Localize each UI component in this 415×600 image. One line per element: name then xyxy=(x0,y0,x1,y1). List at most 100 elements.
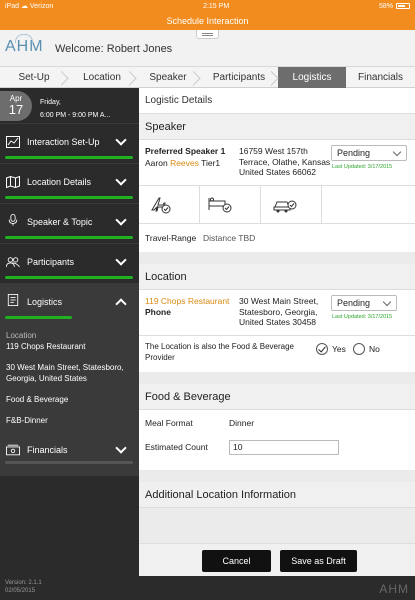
travel-options-row xyxy=(139,186,415,224)
date-badge: Apr 17 xyxy=(0,91,32,121)
speaker-name[interactable]: Aaron Reeves Tier1 xyxy=(145,158,220,168)
speaker-address: 16759 West 157th Terrace, Olathe, Kansas… xyxy=(239,146,330,178)
step-location[interactable]: Location xyxy=(68,67,136,88)
progress-bar xyxy=(5,236,133,239)
airplane-check-icon xyxy=(151,197,171,214)
version-number: Version: 2.1.1 xyxy=(5,580,42,586)
clock: 2:15 PM xyxy=(203,2,230,10)
summary-fb-value: F&B-Dinner xyxy=(6,416,48,425)
preferred-speaker-label: Preferred Speaker 1 xyxy=(145,146,226,156)
sidebar-item-label: Financials xyxy=(27,445,68,455)
fb-provider-question: The Location is also the Food & Beverage… xyxy=(145,342,294,363)
sidebar-item-label: Logistics xyxy=(27,297,63,307)
ahm-logo: AHM xyxy=(5,34,44,55)
step-label: Set-Up xyxy=(18,72,50,83)
fb-section-header: Food & Beverage xyxy=(139,384,415,410)
date-info: Friday, 6:00 PM - 9:00 PM A... xyxy=(40,96,110,122)
step-participants[interactable]: Participants xyxy=(200,67,278,88)
fb-provider-row: The Location is also the Food & Beverage… xyxy=(139,336,415,372)
sidebar: Apr 17 Friday, 6:00 PM - 9:00 PM A... In… xyxy=(0,88,139,576)
logistics-summary: Location 119 Chops Restaurant 30 West Ma… xyxy=(0,324,139,436)
date-day: 17 xyxy=(8,102,24,117)
sidebar-item-financials[interactable]: Financials xyxy=(0,436,139,476)
fb-provider-question-line: The Location is also the Food & Beverage xyxy=(145,342,294,351)
welcome-text: Welcome: Robert Jones xyxy=(55,43,173,55)
sidebar-item-interaction-setup[interactable]: Interaction Set-Up xyxy=(0,124,139,164)
sidebar-item-label: Location Details xyxy=(27,177,92,187)
hotel-option[interactable] xyxy=(200,186,261,224)
sidebar-item-logistics[interactable]: Logistics xyxy=(0,284,139,324)
sidebar-item-label: Interaction Set-Up xyxy=(27,137,100,147)
title-bar: Schedule Interaction xyxy=(0,12,415,30)
no-radio[interactable] xyxy=(353,343,365,355)
summary-location-name: 119 Chops Restaurant xyxy=(6,342,86,351)
location-address-line: 30 West Main Street, xyxy=(239,296,319,306)
meal-format-value: Dinner xyxy=(229,418,255,428)
speaker-address-line: 16759 West 157th xyxy=(239,146,308,156)
speaker-section-header: Speaker xyxy=(139,114,415,140)
yes-label: Yes xyxy=(332,344,346,354)
save-draft-button[interactable]: Save as Draft xyxy=(280,550,357,572)
car-option[interactable] xyxy=(261,186,322,224)
progress-bar xyxy=(5,316,72,319)
bed-check-icon xyxy=(208,197,232,213)
location-name[interactable]: 119 Chops Restaurant xyxy=(145,296,229,306)
step-speaker[interactable]: Speaker xyxy=(136,67,200,88)
action-bar: Cancel Save as Draft xyxy=(139,543,415,576)
meal-format-label: Meal Format xyxy=(145,418,193,428)
estimated-count-input[interactable]: 10 xyxy=(229,440,339,455)
location-address: 30 West Main Street, Statesboro, Georgia… xyxy=(239,296,318,328)
carrier-label: iPad ☁ Verizon xyxy=(5,3,54,10)
sidebar-item-participants[interactable]: Participants xyxy=(0,244,139,284)
location-section-header: Location xyxy=(139,264,415,290)
sidebar-item-speaker-topic[interactable]: Speaker & Topic xyxy=(0,204,139,244)
step-financials[interactable]: Financials xyxy=(346,67,415,88)
speaker-address-line: Terrace, Olathe, Kansas xyxy=(239,156,331,167)
yes-radio[interactable] xyxy=(316,343,328,355)
progress-bar xyxy=(5,276,133,279)
speaker-address-line: United States 66062 xyxy=(239,167,317,177)
step-label: Speaker xyxy=(149,72,187,83)
cancel-button[interactable]: Cancel xyxy=(202,550,271,572)
location-address-line: United States 30458 xyxy=(239,317,317,327)
footer: AHM xyxy=(139,576,415,600)
step-label: Logistics xyxy=(292,72,332,83)
step-setup[interactable]: Set-Up xyxy=(0,67,68,88)
chevron-down-icon xyxy=(115,442,127,454)
speaker-status-select[interactable]: Pending xyxy=(331,145,407,161)
speaker-first-name: Aaron xyxy=(145,158,168,168)
travel-range-row: Travel-Range Distance TBD xyxy=(139,224,415,252)
empty-option-cell xyxy=(322,186,415,224)
chevron-down-icon xyxy=(115,134,127,146)
sidebar-item-location-details[interactable]: Location Details xyxy=(0,164,139,204)
location-status-select[interactable]: Pending xyxy=(331,295,397,311)
summary-fb-label: Food & Beverage xyxy=(6,395,69,404)
sidebar-item-label: Speaker & Topic xyxy=(27,217,93,227)
fb-provider-question-line: Provider xyxy=(145,352,175,362)
car-check-icon xyxy=(273,200,297,213)
summary-address: 30 West Main Street, Statesboro, Georgia… xyxy=(6,363,124,383)
page-title: Schedule Interaction xyxy=(166,16,249,26)
chevron-up-icon xyxy=(115,298,127,310)
step-logistics[interactable]: Logistics xyxy=(278,67,346,88)
location-row: 119 Chops Restaurant Phone 30 West Main … xyxy=(139,290,415,336)
menu-handle-icon[interactable] xyxy=(196,30,219,39)
step-label: Participants xyxy=(212,72,266,83)
location-phone-label: Phone xyxy=(145,307,171,317)
people-icon xyxy=(6,257,20,268)
map-icon xyxy=(6,176,20,188)
panel-title: Logistic Details xyxy=(139,88,415,114)
no-label: No xyxy=(369,344,380,354)
version-date: 02/05/2015 xyxy=(5,588,36,594)
step-navigation: Set-Up Location Speaker Participants Log… xyxy=(0,67,415,88)
progress-bar xyxy=(5,156,133,159)
chevron-down-icon xyxy=(115,214,127,226)
fb-section: Meal Format Dinner Estimated Count 10 xyxy=(139,410,415,470)
date-bar: Apr 17 Friday, 6:00 PM - 9:00 PM A... xyxy=(0,88,139,124)
speaker-last-name: Reeves xyxy=(170,158,199,168)
sidebar-item-label: Participants xyxy=(27,257,75,267)
flight-option[interactable] xyxy=(139,186,200,224)
footer-logo: AHM xyxy=(379,582,409,596)
location-last-updated: Last Updated: 3/17/2015 xyxy=(332,314,393,320)
summary-location-label: Location xyxy=(6,331,37,340)
